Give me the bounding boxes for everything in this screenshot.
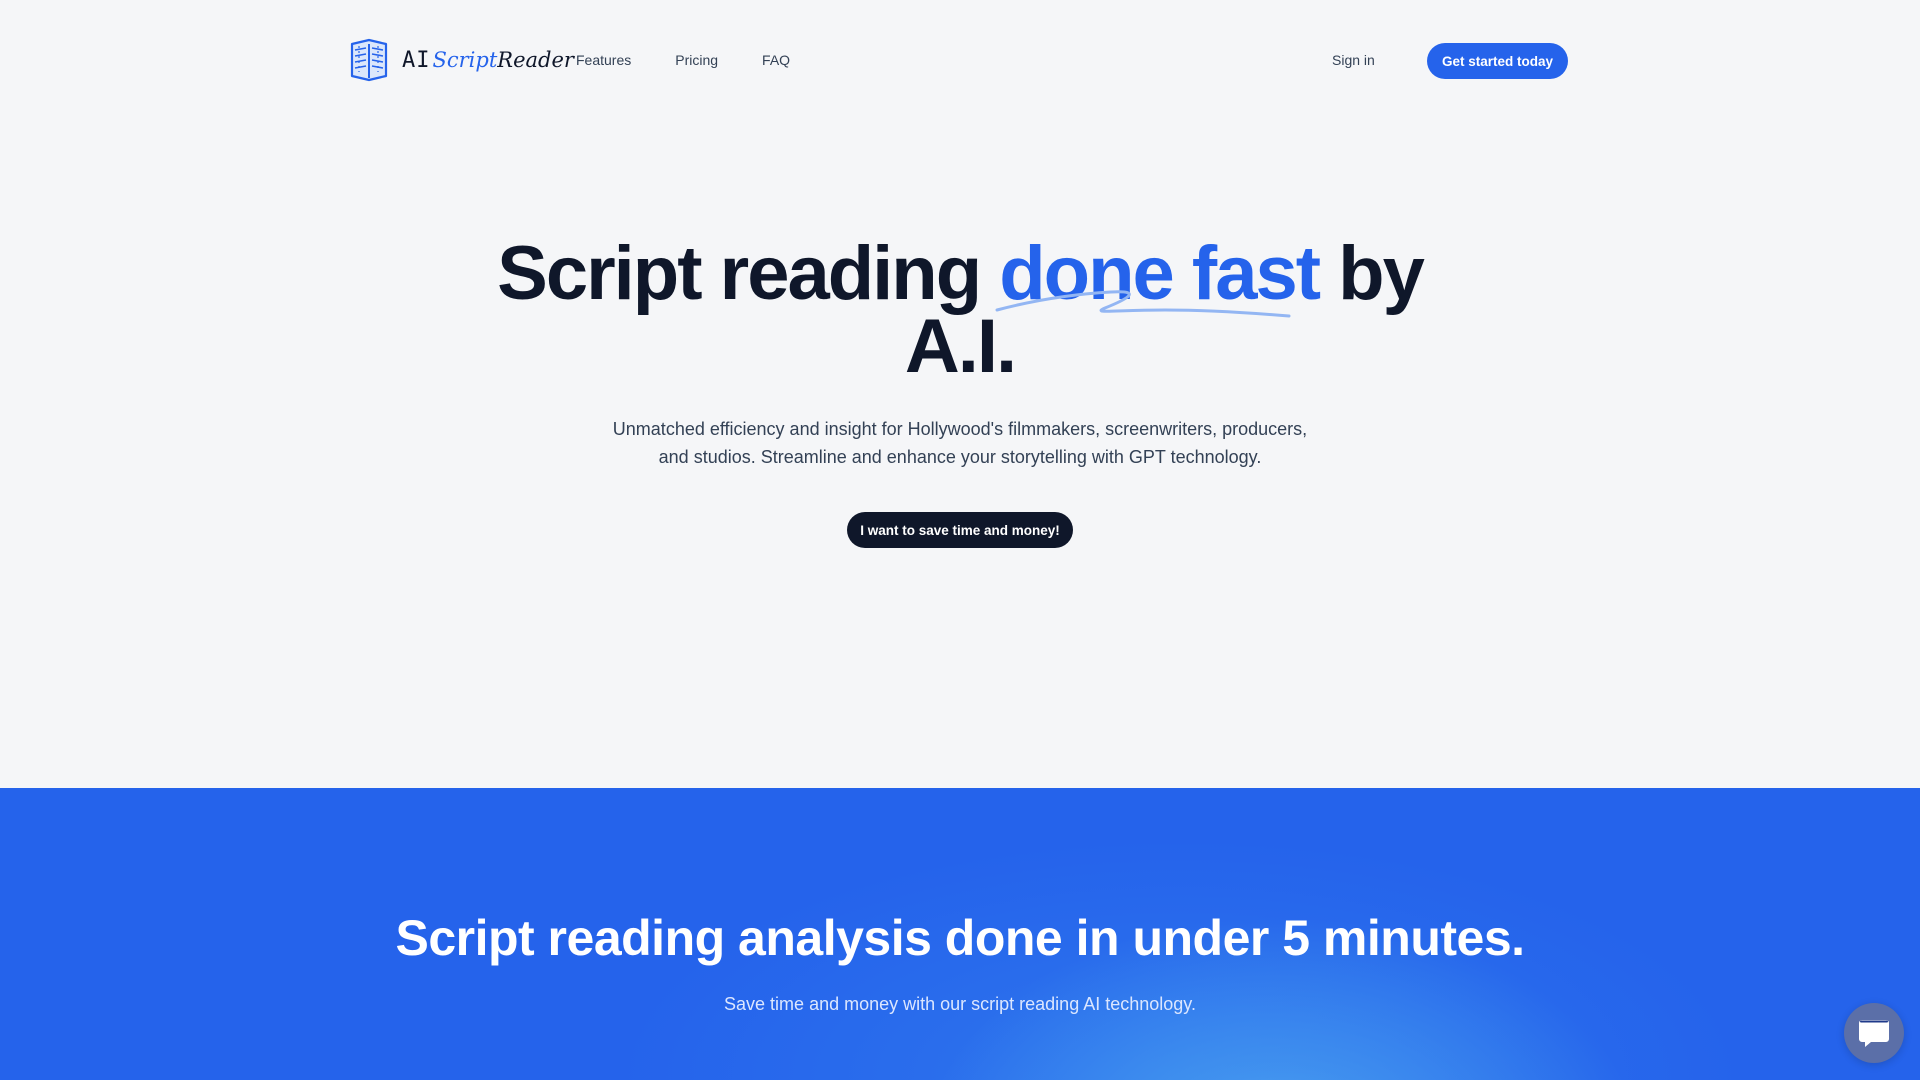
- underline-swoosh-icon: [995, 290, 1291, 318]
- hero-title: Script reading done fast by A.I.: [0, 236, 1920, 385]
- chat-bubble-icon: [1859, 1020, 1889, 1047]
- feature-title: Script reading analysis done in under 5 …: [395, 910, 1525, 966]
- nav-link-pricing[interactable]: Pricing: [673, 48, 720, 72]
- hero-subtitle-line2: and studios. Streamline and enhance your…: [658, 447, 1262, 467]
- logo-reader-text: Reader: [497, 47, 574, 72]
- hero-subtitle: Unmatched efficiency and insight for Hol…: [560, 415, 1360, 471]
- sign-in-link[interactable]: Sign in: [1332, 48, 1375, 72]
- nav-link-faq[interactable]: FAQ: [760, 48, 792, 72]
- chat-button[interactable]: [1844, 1003, 1904, 1063]
- logo-link[interactable]: AI Script Reader: [350, 38, 574, 82]
- nav-link-features[interactable]: Features: [574, 48, 633, 72]
- logo-wordmark: AI Script Reader: [402, 48, 574, 73]
- hero-subtitle-line1: Unmatched efficiency and insight for Hol…: [612, 419, 1308, 439]
- logo-script-text: Script: [432, 47, 498, 72]
- site-header: AI Script Reader Features Pricing FAQ Si…: [0, 0, 1920, 120]
- hero-title-part2: by: [1319, 231, 1425, 316]
- logo-ai-text: AI: [402, 47, 431, 73]
- main-nav: Features Pricing FAQ: [574, 48, 792, 72]
- feature-section: Script reading analysis done in under 5 …: [0, 788, 1920, 1080]
- get-started-button[interactable]: Get started today: [1427, 43, 1568, 79]
- feature-subtitle: Save time and money with our script read…: [724, 994, 1196, 1014]
- hero-title-line2: A.I.: [904, 304, 1017, 389]
- book-icon: [350, 38, 388, 82]
- hero-title-highlight: done fast: [995, 236, 1321, 318]
- save-time-button[interactable]: I want to save time and money!: [847, 512, 1073, 548]
